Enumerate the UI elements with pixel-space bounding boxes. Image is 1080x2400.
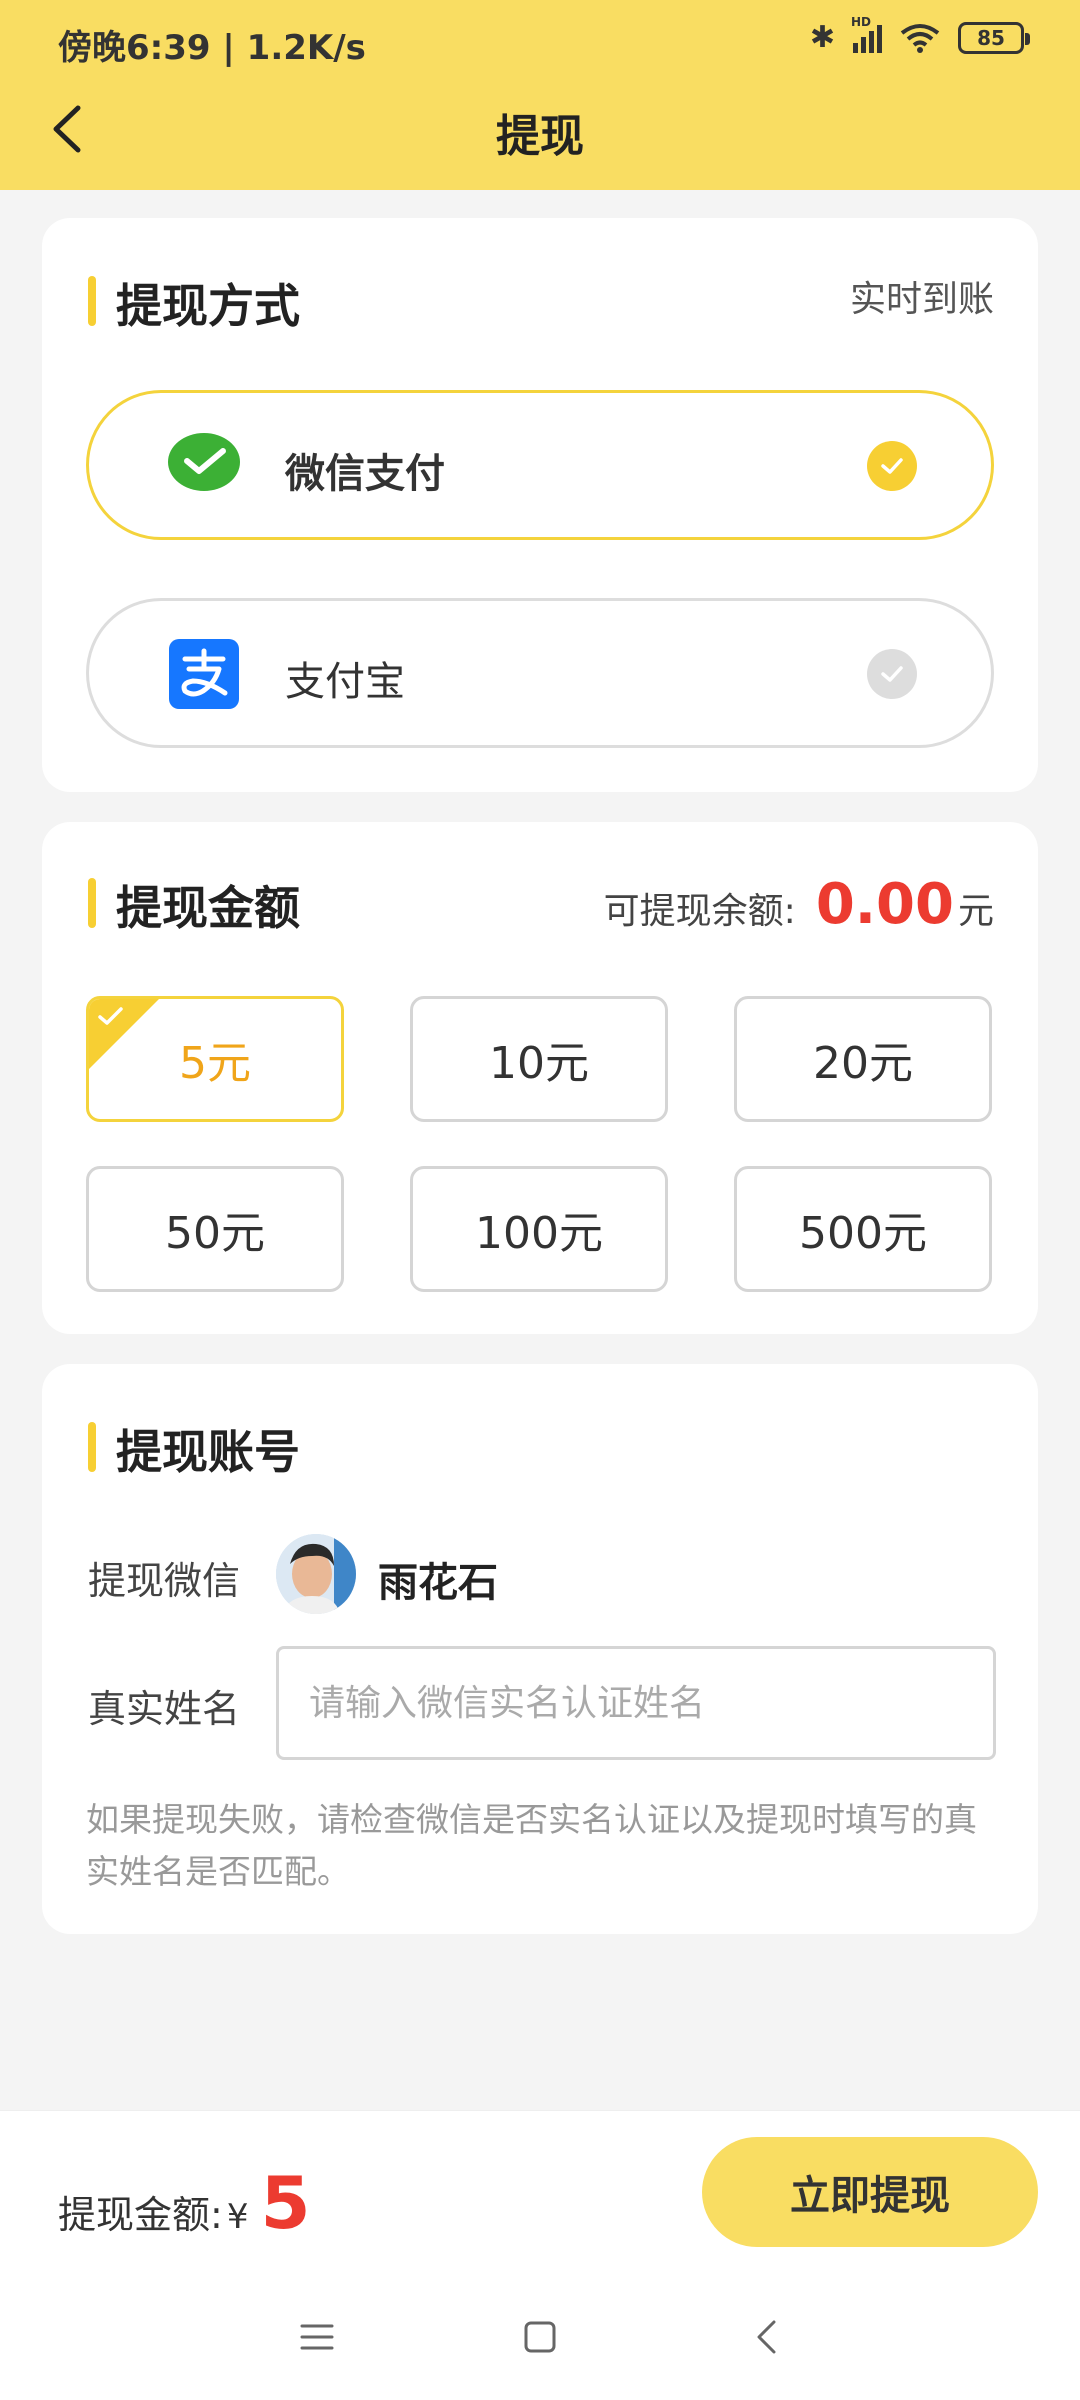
realname-input[interactable] <box>276 1646 996 1760</box>
wechat-icon <box>168 433 240 491</box>
amount-option-5[interactable]: 5元 <box>86 996 344 1122</box>
withdraw-button[interactable]: 立即提现 <box>702 2137 1038 2247</box>
amount-option-50[interactable]: 50元 <box>86 1166 344 1292</box>
account-card: 提现账号 提现微信 雨花石 真实姓名 如果提现失败，请检查微信是否实名认证以及提… <box>42 1364 1038 1934</box>
back-icon[interactable] <box>742 2312 792 2362</box>
total-label: 提现金额: <box>58 2193 223 2237</box>
amount-label: 500元 <box>799 1208 927 1259</box>
alipay-icon <box>169 639 239 709</box>
wechat-nickname: 雨花石 <box>378 1560 498 1606</box>
balance-unit: 元 <box>957 891 994 932</box>
amount-label: 50元 <box>165 1208 265 1259</box>
alipay-option[interactable]: 支付宝 <box>86 598 994 748</box>
failure-note: 如果提现失败，请检查微信是否实名认证以及提现时填写的真实姓名是否匹配。 <box>86 1800 977 1891</box>
battery-icon: 85 <box>958 21 1030 54</box>
currency-symbol: ¥ <box>226 2197 249 2237</box>
check-icon <box>98 1007 123 1025</box>
balance-label: 可提现余额: <box>603 891 796 932</box>
system-nav-bar <box>0 2270 1080 2400</box>
amount-option-20[interactable]: 20元 <box>734 996 992 1122</box>
status-time: 傍晚6:39 | 1.2K/s <box>58 28 366 68</box>
total-value: 5 <box>260 2161 311 2245</box>
check-icon <box>867 441 917 491</box>
avatar <box>276 1534 356 1614</box>
amount-option-500[interactable]: 500元 <box>734 1166 992 1292</box>
wechat-pay-option[interactable]: 微信支付 <box>86 390 994 540</box>
amount-option-100[interactable]: 100元 <box>410 1166 668 1292</box>
bluetooth-icon: ✱ <box>809 20 835 55</box>
app-header: 傍晚6:39 | 1.2K/s ✱ HD 85 提现 <box>0 0 1080 190</box>
amount-label: 10元 <box>489 1038 589 1089</box>
realtime-label: 实时到账 <box>849 279 994 320</box>
account-title: 提现账号 <box>88 1416 300 1482</box>
wifi-icon <box>900 23 940 53</box>
signal-icon: HD <box>851 15 882 53</box>
method-card: 提现方式 实时到账 微信支付 支付宝 <box>42 218 1038 792</box>
status-icons: ✱ HD 85 <box>809 15 1030 55</box>
amount-label: 20元 <box>813 1038 913 1089</box>
wechat-account-label: 提现微信 <box>88 1559 241 1603</box>
amount-title: 提现金额 <box>88 872 300 938</box>
realname-label: 真实姓名 <box>88 1687 241 1731</box>
menu-icon[interactable] <box>292 2312 342 2362</box>
balance-value: 0.00 <box>815 872 954 937</box>
page-title: 提现 <box>496 111 584 162</box>
amount-option-10[interactable]: 10元 <box>410 996 668 1122</box>
home-icon[interactable] <box>515 2312 565 2362</box>
amount-label: 100元 <box>475 1208 603 1259</box>
total-amount: 提现金额: ¥ 5 <box>58 2161 311 2245</box>
wechat-pay-label: 微信支付 <box>285 451 445 497</box>
balance-display: 可提现余额: 0.00 元 <box>604 872 994 937</box>
amount-label: 5元 <box>179 1038 251 1089</box>
alipay-label: 支付宝 <box>285 659 405 705</box>
check-icon <box>867 649 917 699</box>
network-type: HD <box>851 14 872 29</box>
method-title: 提现方式 <box>88 270 300 336</box>
bottom-bar: 提现金额: ¥ 5 立即提现 <box>0 2110 1080 2270</box>
amount-card: 提现金额 可提现余额: 0.00 元 5元 10元 20元 50元 100元 5… <box>42 822 1038 1334</box>
